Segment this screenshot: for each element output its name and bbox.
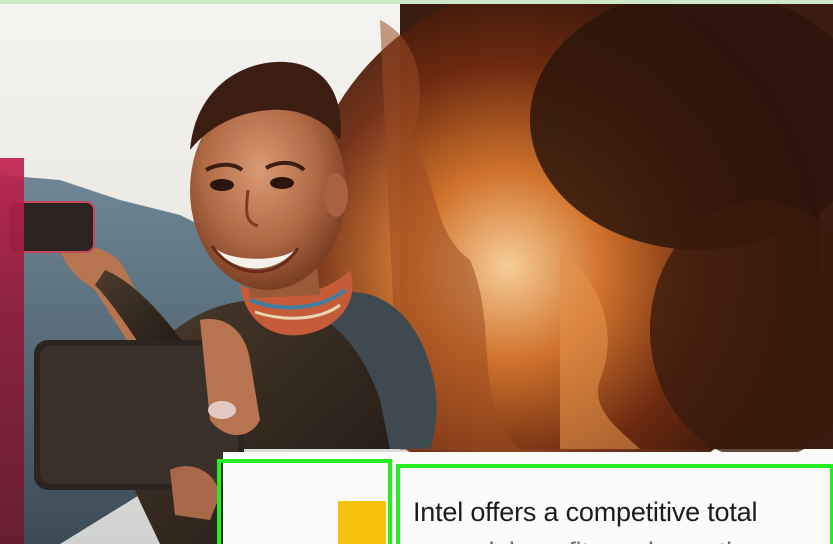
body-paragraph: Intel offers a competitive total reward,… xyxy=(413,495,833,544)
body-text-line-1: Intel offers a competitive total xyxy=(413,497,758,527)
body-text-line-2: reward, benefits and growth op xyxy=(413,535,833,544)
magenta-accent-bar xyxy=(0,158,24,544)
top-highlight-line xyxy=(0,0,833,4)
highlight-box-left xyxy=(217,459,392,544)
brochure-page: Intel offers a competitive total reward,… xyxy=(0,0,833,544)
